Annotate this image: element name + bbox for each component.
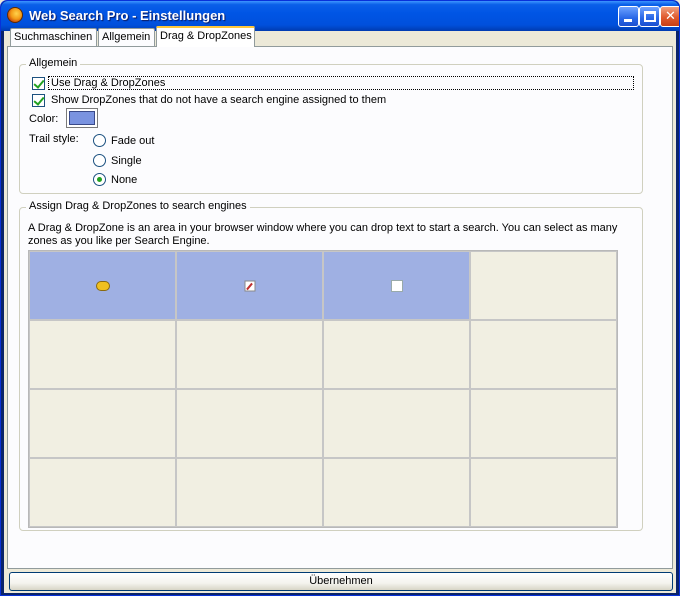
dropzone-cell-r2-c1[interactable] (176, 389, 323, 458)
firefox-icon (7, 7, 23, 23)
color-picker-button[interactable] (66, 108, 98, 128)
close-icon: ✕ (665, 8, 676, 23)
minimize-icon (624, 19, 632, 22)
trail-single-radio[interactable] (93, 154, 106, 167)
close-button[interactable]: ✕ (660, 6, 679, 27)
trail-none-label[interactable]: None (111, 174, 137, 186)
assign-description: A Drag & DropZone is an area in your bro… (28, 222, 618, 247)
minimize-button[interactable] (618, 6, 639, 27)
bing-icon (95, 280, 110, 291)
use-dropzones-label[interactable]: Use Drag & DropZones (51, 77, 165, 89)
dropzone-cell-r0-c3[interactable] (470, 251, 617, 320)
tab-suchmaschinen[interactable]: Suchmaschinen (10, 28, 97, 46)
tab-panel: Allgemein Use Drag & DropZones Show Drop… (7, 46, 673, 569)
dropzone-cell-r1-c2[interactable] (323, 320, 470, 389)
general-group-legend: Allgemein (26, 57, 81, 69)
use-dropzones-checkbox[interactable] (32, 77, 45, 90)
maximize-icon (644, 11, 656, 22)
edit-icon (244, 280, 255, 291)
trail-fade-out-label[interactable]: Fade out (111, 135, 154, 147)
dropzone-cell-r3-c0[interactable] (29, 458, 176, 527)
tab-allgemein[interactable]: Allgemein (98, 28, 155, 46)
dropzone-cell-r0-c0[interactable] (29, 251, 176, 320)
window-title: Web Search Pro - Einstellungen (29, 8, 226, 23)
show-unassigned-checkbox[interactable] (32, 94, 45, 107)
show-unassigned-label[interactable]: Show DropZones that do not have a search… (51, 94, 386, 106)
dropzone-cell-r1-c3[interactable] (470, 320, 617, 389)
dropzone-cell-r2-c0[interactable] (29, 389, 176, 458)
dropzone-cell-r1-c0[interactable] (29, 320, 176, 389)
dropzone-cell-r0-c1[interactable] (176, 251, 323, 320)
assign-group: Assign Drag & DropZones to search engine… (19, 200, 643, 531)
dropzone-cell-r3-c1[interactable] (176, 458, 323, 527)
dropzone-cell-r3-c3[interactable] (470, 458, 617, 527)
apply-button[interactable]: Übernehmen (9, 572, 673, 591)
dropzone-cell-r2-c3[interactable] (470, 389, 617, 458)
dropzone-cell-r1-c1[interactable] (176, 320, 323, 389)
trail-fade-out-radio[interactable] (93, 134, 106, 147)
title-bar[interactable]: Web Search Pro - Einstellungen ✕ (1, 1, 679, 31)
dropzone-grid (28, 250, 618, 528)
color-label: Color: (29, 113, 59, 125)
settings-window: Web Search Pro - Einstellungen ✕ Suchmas… (0, 0, 680, 596)
assign-group-legend: Assign Drag & DropZones to search engine… (26, 200, 250, 212)
trail-style-label: Trail style: (29, 133, 79, 145)
dropzone-cell-r2-c2[interactable] (323, 389, 470, 458)
client-area: Suchmaschinen Allgemein Drag & DropZones… (4, 26, 676, 593)
google-icon (390, 279, 403, 292)
trail-none-radio[interactable] (93, 173, 106, 186)
dropzone-cell-r0-c2[interactable] (323, 251, 470, 320)
color-swatch-fill (69, 111, 95, 125)
general-group: Allgemein Use Drag & DropZones Show Drop… (19, 57, 643, 194)
maximize-button[interactable] (639, 6, 660, 27)
tab-drag-dropzones[interactable]: Drag & DropZones (156, 26, 255, 47)
dropzone-cell-r3-c2[interactable] (323, 458, 470, 527)
trail-single-label[interactable]: Single (111, 155, 142, 167)
